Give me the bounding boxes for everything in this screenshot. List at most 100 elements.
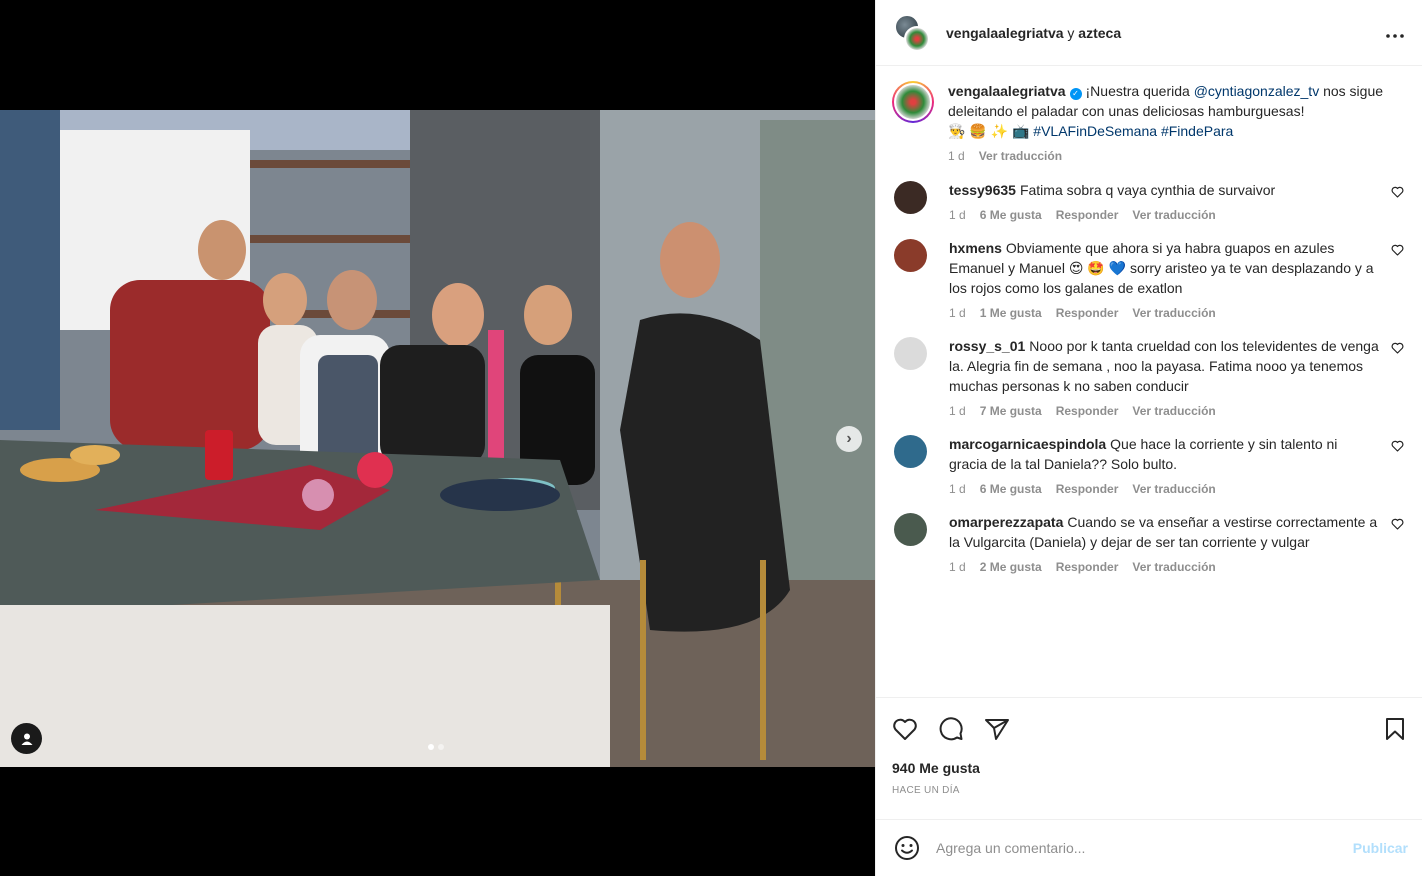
comment-item: rossy_s_01 Nooo por k tanta crueldad con …: [892, 336, 1406, 418]
smiley-icon[interactable]: [894, 835, 920, 861]
comment-container: tessy9635 Fatima sobra q vaya cynthia de …: [892, 180, 1406, 574]
reply-button[interactable]: Responder: [1056, 208, 1119, 222]
comment-item: tessy9635 Fatima sobra q vaya cynthia de …: [892, 180, 1406, 222]
hashtag-link[interactable]: #VLAFinDeSemana: [1033, 123, 1157, 139]
heart-icon[interactable]: [1391, 518, 1404, 530]
author-link-2[interactable]: azteca: [1078, 25, 1121, 41]
avatar: [894, 83, 932, 121]
post-actions: 940 Me gusta HACE UN DÍA: [876, 697, 1422, 819]
caption-text: vengalaalegriatva ✓ ¡Nuestra querida @cynt…: [948, 81, 1388, 141]
comment-username[interactable]: marcogarnicaespindola: [949, 436, 1106, 452]
comment-username[interactable]: rossy_s_01: [949, 338, 1025, 354]
translate-button[interactable]: Ver traducción: [1132, 404, 1215, 418]
comment-body: Obviamente que ahora si ya habra guapos …: [949, 240, 1374, 296]
comment-likes[interactable]: 1 Me gusta: [980, 306, 1042, 320]
author-link-1[interactable]: vengalaalegriatva: [946, 25, 1064, 41]
bookmark-icon[interactable]: [1384, 717, 1406, 741]
action-bar: [892, 714, 1406, 744]
avatar[interactable]: [894, 513, 927, 546]
comment-likes[interactable]: 7 Me gusta: [980, 404, 1042, 418]
comment-likes[interactable]: 6 Me gusta: [980, 482, 1042, 496]
avatar[interactable]: [894, 181, 927, 214]
comments-list[interactable]: vengalaalegriatva ✓ ¡Nuestra querida @cynt…: [876, 67, 1422, 697]
carousel-dot-active: [428, 744, 434, 750]
comment-time[interactable]: 1 d: [949, 560, 966, 574]
reply-button[interactable]: Responder: [1056, 306, 1119, 320]
comment-time[interactable]: 1 d: [949, 208, 966, 222]
comment-time[interactable]: 1 d: [949, 306, 966, 320]
post-timestamp[interactable]: HACE UN DÍA: [892, 785, 1406, 796]
heart-icon[interactable]: [892, 717, 918, 741]
collab-avatars[interactable]: [894, 13, 932, 52]
comment-meta: 1 d 6 Me gusta Responder Ver traducción: [949, 208, 1379, 222]
translate-button[interactable]: Ver traducción: [1132, 306, 1215, 320]
hashtag-link[interactable]: #FindePara: [1161, 123, 1233, 139]
tagged-users-button[interactable]: [11, 723, 42, 754]
avatar: [904, 25, 930, 52]
post-header: vengalaalegriatva y azteca: [876, 0, 1422, 66]
heart-icon[interactable]: [1391, 244, 1404, 256]
avatar[interactable]: [894, 337, 927, 370]
comment-time[interactable]: 1 d: [949, 482, 966, 496]
next-slide-button[interactable]: ›: [836, 426, 862, 452]
comment-icon[interactable]: [938, 716, 964, 742]
post-authors: vengalaalegriatva y azteca: [946, 25, 1121, 41]
comment-meta: 1 d 6 Me gusta Responder Ver traducción: [949, 482, 1379, 496]
reply-button[interactable]: Responder: [1056, 404, 1119, 418]
caption-text-before: ¡Nuestra querida: [1085, 83, 1194, 99]
comment-text: marcogarnicaespindola Que hace la corrien…: [949, 434, 1379, 474]
caption-time[interactable]: 1 d: [948, 149, 965, 163]
comment-item: hxmens Obviamente que ahora si ya habra g…: [892, 238, 1406, 320]
comment-body: Fatima sobra q vaya cynthia de survaivor: [1019, 182, 1276, 198]
translate-button[interactable]: Ver traducción: [1132, 560, 1215, 574]
avatar[interactable]: [894, 239, 927, 272]
send-icon[interactable]: [984, 717, 1010, 741]
likes-count[interactable]: 940 Me gusta: [892, 760, 1406, 776]
reply-button[interactable]: Responder: [1056, 560, 1119, 574]
comment-likes[interactable]: 2 Me gusta: [980, 560, 1042, 574]
comment-time[interactable]: 1 d: [949, 404, 966, 418]
post-photo[interactable]: [0, 110, 875, 767]
post-dialog: › vengalaalegriatva y azteca vengalaaleg…: [0, 0, 1422, 876]
heart-icon[interactable]: [1391, 440, 1404, 452]
chevron-right-icon: ›: [846, 430, 852, 447]
translate-button[interactable]: Ver traducción: [1132, 482, 1215, 496]
comment-input[interactable]: [936, 840, 1353, 856]
comment-text: tessy9635 Fatima sobra q vaya cynthia de …: [949, 180, 1379, 200]
avatar[interactable]: [894, 435, 927, 468]
verified-badge-icon: ✓: [1069, 88, 1082, 100]
more-options-button[interactable]: [1386, 22, 1404, 43]
add-comment-bar: Publicar: [876, 819, 1422, 876]
comment-item: omarperezzapata Cuando se va enseñar a ve…: [892, 512, 1406, 574]
publish-button[interactable]: Publicar: [1353, 840, 1408, 856]
carousel-dot: [438, 744, 444, 750]
carousel-indicator: [428, 744, 444, 750]
comment-likes[interactable]: 6 Me gusta: [980, 208, 1042, 222]
comment-text: omarperezzapata Cuando se va enseñar a ve…: [949, 512, 1379, 552]
authors-separator: y: [1067, 24, 1075, 41]
caption-username[interactable]: vengalaalegriatva: [948, 83, 1066, 99]
more-horizontal-icon: [1386, 34, 1404, 38]
comment-username[interactable]: tessy9635: [949, 182, 1016, 198]
comment-meta: 1 d 1 Me gusta Responder Ver traducción: [949, 306, 1379, 320]
comment-username[interactable]: omarperezzapata: [949, 514, 1063, 530]
comment-meta: 1 d 7 Me gusta Responder Ver traducción: [949, 404, 1379, 418]
post-side-panel: vengalaalegriatva y azteca vengalaalegri…: [875, 0, 1422, 876]
comment-text: hxmens Obviamente que ahora si ya habra g…: [949, 238, 1379, 298]
comment-text: rossy_s_01 Nooo por k tanta crueldad con …: [949, 336, 1379, 396]
translate-button[interactable]: Ver traducción: [979, 149, 1062, 163]
reply-button[interactable]: Responder: [1056, 482, 1119, 496]
heart-icon[interactable]: [1391, 186, 1404, 198]
heart-icon[interactable]: [1391, 342, 1404, 354]
caption-avatar[interactable]: [892, 81, 934, 123]
comment-meta: 1 d 2 Me gusta Responder Ver traducción: [949, 560, 1379, 574]
mention-link[interactable]: @cyntiagonzalez_tv: [1194, 83, 1320, 99]
post-media: ›: [0, 0, 875, 876]
comment-username[interactable]: hxmens: [949, 240, 1002, 256]
caption-meta: 1 d Ver traducción: [948, 149, 1388, 163]
comment-item: marcogarnicaespindola Que hace la corrien…: [892, 434, 1406, 496]
caption-emojis: 👨‍🍳 🍔 ✨ 📺: [948, 123, 1030, 139]
translate-button[interactable]: Ver traducción: [1132, 208, 1215, 222]
user-icon: [21, 733, 32, 745]
photo-illustration: [0, 110, 875, 767]
